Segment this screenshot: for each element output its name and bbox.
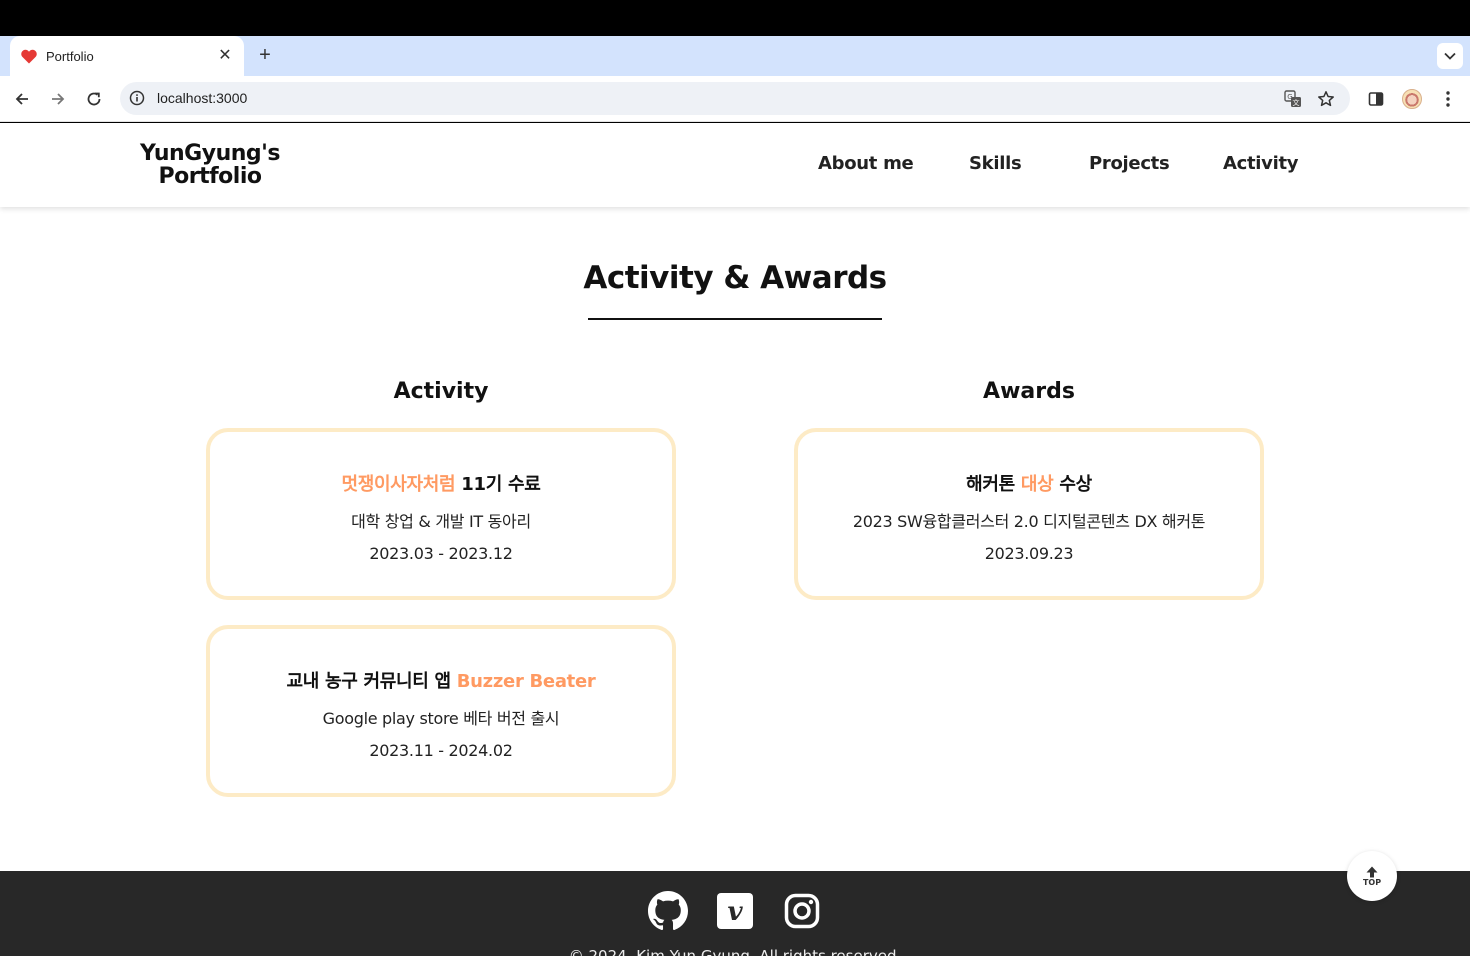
browser-toolbar: localhost:3000 文G xyxy=(0,76,1470,122)
side-panel-icon[interactable] xyxy=(1365,88,1387,110)
copyright-text: © 2024. Kim Yun Gyung. All rights reserv… xyxy=(568,947,902,956)
card-heading-highlight: Buzzer Beater xyxy=(456,671,596,692)
github-icon[interactable] xyxy=(648,891,688,931)
svg-text:G: G xyxy=(1287,93,1292,101)
site-footer: v © 2024. Kim Yun Gyung. All rights rese… xyxy=(0,871,1470,956)
logo-line-1: YunGyung's xyxy=(140,141,280,166)
site-logo[interactable]: YunGyung's Portfolio xyxy=(130,142,290,188)
arrow-right-icon xyxy=(52,93,65,105)
browser-tabstrip: Portfolio ✕ + xyxy=(0,36,1470,76)
reload-icon xyxy=(87,92,101,106)
top-label: TOP xyxy=(1362,877,1382,887)
profile-avatar[interactable] xyxy=(1401,88,1423,110)
card-heading: 교내 농구 커뮤니티 앱 Buzzer Beater xyxy=(210,667,672,693)
forward-button[interactable] xyxy=(46,87,70,111)
card-heading: 멋쟁이사자처럼 11기 수료 xyxy=(210,470,672,496)
activity-card: 교내 농구 커뮤니티 앱 Buzzer Beater Google play s… xyxy=(206,625,676,797)
card-heading-pre: 교내 농구 커뮤니티 앱 xyxy=(286,671,457,692)
reload-button[interactable] xyxy=(82,87,106,111)
card-date: 2023.11 - 2024.02 xyxy=(369,741,513,760)
close-icon[interactable]: ✕ xyxy=(216,47,234,65)
screen-top-bar xyxy=(0,0,1470,36)
awards-heading: Awards xyxy=(983,379,1075,404)
card-heading-pre: 해커톤 xyxy=(966,474,1021,495)
vimeo-icon[interactable]: v xyxy=(715,891,755,931)
card-description: 대학 창업 & 개발 IT 동아리 xyxy=(351,512,531,531)
section-title: Activity & Awards xyxy=(583,260,887,296)
url-text: localhost:3000 xyxy=(157,90,248,106)
browser-tab[interactable]: Portfolio ✕ xyxy=(10,36,244,76)
activity-card: 멋쟁이사자처럼 11기 수료 대학 창업 & 개발 IT 동아리 2023.03… xyxy=(206,428,676,600)
nav-skills[interactable]: Skills xyxy=(969,153,1022,174)
card-heading-highlight: 멋쟁이사자처럼 xyxy=(341,474,456,495)
menu-kebab-icon[interactable] xyxy=(1437,88,1459,110)
card-heading-post: 수상 xyxy=(1053,474,1092,495)
svg-text:文: 文 xyxy=(1293,98,1300,107)
arrow-up-icon xyxy=(1366,866,1378,877)
card-date: 2023.09.23 xyxy=(984,544,1074,563)
translate-icon[interactable]: 文G xyxy=(1283,89,1303,109)
scroll-top-button[interactable]: TOP xyxy=(1347,851,1397,901)
award-card: 해커톤 대상 수상 2023 SW융합클러스터 2.0 디지털콘텐츠 DX 해커… xyxy=(794,428,1264,600)
logo-line-2: Portfolio xyxy=(158,164,263,189)
arrow-left-icon xyxy=(15,93,28,105)
nav-projects[interactable]: Projects xyxy=(1089,153,1170,174)
page-viewport: YunGyung's Portfolio About me Skills Pro… xyxy=(0,123,1470,956)
card-heading: 해커톤 대상 수상 xyxy=(798,470,1260,496)
tab-title: Portfolio xyxy=(46,48,94,64)
card-date: 2023.03 - 2023.12 xyxy=(369,544,513,563)
address-bar[interactable]: localhost:3000 文G xyxy=(120,82,1350,115)
card-description: 2023 SW융합클러스터 2.0 디지털콘텐츠 DX 해커톤 xyxy=(852,512,1206,531)
card-description: Google play store 베타 버전 출시 xyxy=(322,709,560,728)
back-button[interactable] xyxy=(10,87,34,111)
chevron-down-icon xyxy=(1444,52,1456,60)
new-tab-button[interactable]: + xyxy=(254,44,276,66)
instagram-icon[interactable] xyxy=(782,891,822,931)
heart-icon xyxy=(20,47,38,65)
title-underline xyxy=(588,318,882,320)
nav-activity[interactable]: Activity xyxy=(1223,153,1299,174)
activity-heading: Activity xyxy=(393,379,489,404)
svg-text:v: v xyxy=(727,897,743,927)
avatar xyxy=(1402,89,1422,109)
nav-about-me[interactable]: About me xyxy=(818,153,914,174)
card-heading-post: 11기 수료 xyxy=(455,474,541,495)
tab-search-button[interactable] xyxy=(1437,43,1463,69)
card-heading-highlight: 대상 xyxy=(1020,474,1054,495)
info-icon[interactable] xyxy=(129,90,145,106)
site-header: YunGyung's Portfolio About me Skills Pro… xyxy=(0,123,1470,207)
star-icon[interactable] xyxy=(1316,89,1336,109)
